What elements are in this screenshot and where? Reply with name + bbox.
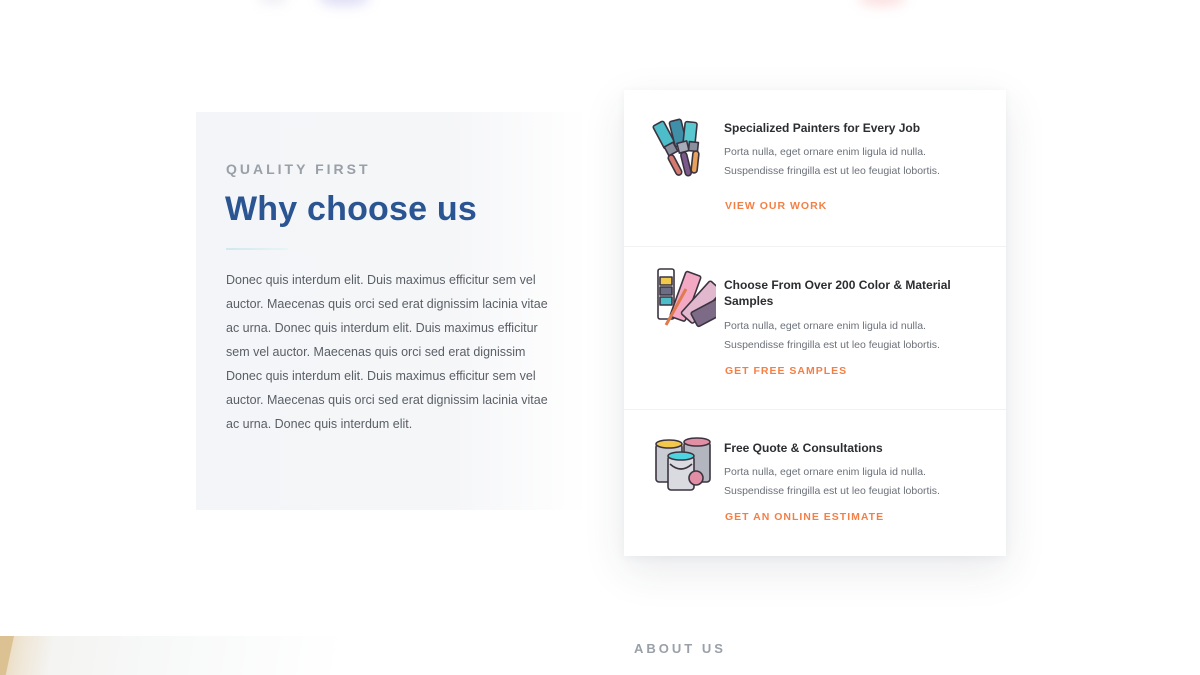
feature-card-samples: Choose From Over 200 Color & Material Sa… xyxy=(624,246,1006,410)
decorative-blob xyxy=(318,0,370,6)
why-choose-us-panel: QUALITY FIRST Why choose us Donec quis i… xyxy=(196,112,588,510)
feature-description: Porta nulla, eget ornare enim ligula id … xyxy=(724,146,940,177)
feature-title: Specialized Painters for Every Job xyxy=(724,121,921,135)
section-eyebrow: QUALITY FIRST xyxy=(226,161,371,177)
about-section-image xyxy=(0,636,340,675)
about-us-eyebrow: ABOUT US xyxy=(634,641,726,656)
feature-title: Free Quote & Consultations xyxy=(724,441,883,455)
feature-title: Choose From Over 200 Color & Material Sa… xyxy=(724,278,951,308)
get-free-samples-link[interactable]: GET FREE SAMPLES xyxy=(725,365,847,377)
feature-card-painters: Specialized Painters for Every Job Porta… xyxy=(624,90,1006,246)
paint-brushes-icon xyxy=(652,118,700,177)
feature-description: Porta nulla, eget ornare enim ligula id … xyxy=(724,466,940,497)
decorative-blob xyxy=(858,0,906,6)
heading-divider xyxy=(226,248,288,250)
color-swatches-icon xyxy=(657,268,716,328)
section-heading: Why choose us xyxy=(225,190,477,228)
get-online-estimate-link[interactable]: GET AN ONLINE ESTIMATE xyxy=(725,511,884,523)
decorative-blob xyxy=(258,0,288,4)
feature-card-quote: Free Quote & Consultations Porta nulla, … xyxy=(624,409,1006,557)
section-body-text: Donec quis interdum elit. Duis maximus e… xyxy=(226,273,548,431)
features-card-stack: Specialized Painters for Every Job Porta… xyxy=(624,90,1006,556)
paint-cans-icon xyxy=(655,437,711,491)
feature-description: Porta nulla, eget ornare enim ligula id … xyxy=(724,320,940,351)
view-our-work-link[interactable]: VIEW OUR WORK xyxy=(725,200,827,212)
